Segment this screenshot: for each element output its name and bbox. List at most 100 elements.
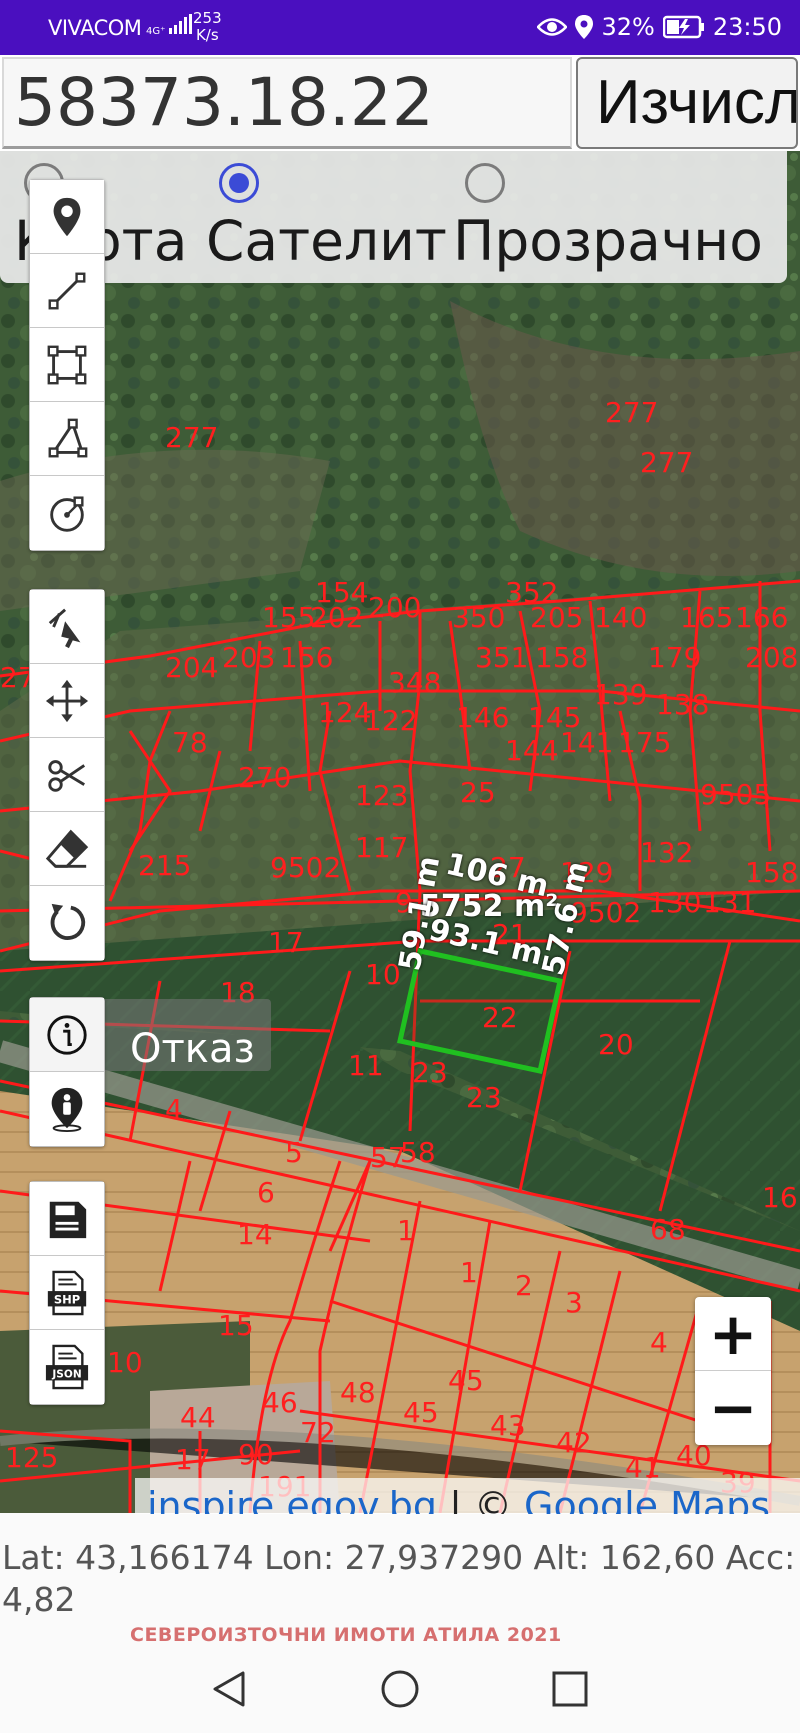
parcel-number-label: 202 [310, 601, 364, 634]
parcel-number-label: 5 [285, 1136, 303, 1169]
search-row: Изчисли [0, 55, 800, 151]
network-type: 4G⁺ [146, 26, 166, 37]
gps-readout: Lat: 43,166174 Lon: 27,937290 Alt: 162,6… [2, 1538, 796, 1619]
json-label: JSON [51, 1369, 81, 1381]
info-toolbar [29, 997, 105, 1147]
attribution-inspire-link[interactable]: inspire.egov.bg [147, 1484, 437, 1514]
carrier-label: VIVACOM [48, 16, 142, 40]
my-location-icon[interactable] [30, 1072, 104, 1146]
parcel-number-label: 14 [237, 1218, 273, 1251]
save-icon[interactable] [30, 1182, 104, 1256]
parcel-number-label: 146 [456, 701, 510, 734]
parcel-number-label: 131 [703, 886, 757, 919]
export-shp-icon[interactable]: SHP [30, 1256, 104, 1330]
radio-satellite-label[interactable]: Сателит [206, 209, 447, 273]
parcel-number-label: 158 [745, 856, 799, 889]
parcel-number-label: 45 [448, 1364, 484, 1397]
cut-select-icon[interactable] [30, 590, 104, 664]
parcel-number-label: 23 [466, 1081, 502, 1114]
system-nav-bar [0, 1643, 800, 1733]
attribution-separator: | © [436, 1484, 525, 1514]
parcel-number-label: 270 [238, 761, 292, 794]
eye-icon [537, 16, 568, 38]
file-toolbar: SHP JSON [29, 1181, 105, 1405]
battery-charging-icon [662, 15, 705, 39]
parcel-number-label: 1 [460, 1256, 478, 1289]
app-screen: VIVACOM 4G⁺ 253 K/s 32% 23:50 Изчисли [0, 0, 800, 1733]
parcel-number-label: 16 [762, 1181, 798, 1214]
parcel-number-label: 205 [530, 601, 584, 634]
parcel-number-label: 15 [218, 1309, 254, 1342]
parcel-number-label: 17 [175, 1443, 211, 1476]
map-view[interactable]: 277 277 277 277 352 154 200 155 202 350 205 140 165 1… [0, 151, 800, 1513]
draw-rectangle-icon[interactable] [30, 328, 104, 402]
parcel-number-label: 277 [605, 396, 659, 429]
export-json-icon[interactable]: JSON [30, 1330, 104, 1404]
parcel-id-input[interactable] [2, 57, 572, 149]
battery-percent: 32% [601, 13, 655, 41]
eraser-icon[interactable] [30, 812, 104, 886]
parcel-number-label: 4 [165, 1093, 183, 1126]
parcel-number-label: 155 [262, 601, 316, 634]
zoom-out-button[interactable]: − [695, 1371, 771, 1445]
draw-polyline-icon[interactable] [30, 254, 104, 328]
calculate-button[interactable]: Изчисли [576, 57, 798, 149]
parcel-number-label: 138 [656, 688, 710, 721]
parcel-number-label: 140 [594, 601, 648, 634]
attribution-google-link[interactable]: Google Maps [524, 1484, 770, 1514]
zoom-in-button[interactable]: + [695, 1297, 771, 1371]
draw-toolbar [29, 179, 105, 551]
parcel-number-label: 25 [460, 776, 496, 809]
parcel-number-label: 350 [452, 601, 506, 634]
draw-polygon-icon[interactable] [30, 402, 104, 476]
parcel-number-label: 17 [268, 926, 304, 959]
parcel-number-label: 156 [280, 641, 334, 674]
parcel-number-label: 72 [300, 1416, 336, 1449]
status-bar: VIVACOM 4G⁺ 253 K/s 32% 23:50 [0, 0, 800, 55]
clock: 23:50 [712, 13, 782, 41]
parcel-number-label: 122 [364, 704, 418, 737]
parcel-number-label: 4 [650, 1326, 668, 1359]
parcel-number-label: 45 [403, 1396, 439, 1429]
parcel-number-label: 9502 [270, 851, 342, 884]
parcel-number-label: 144 [505, 734, 559, 767]
parcel-number-label: 208 [745, 641, 799, 674]
parcel-number-label: 68 [650, 1213, 686, 1246]
recents-icon[interactable] [546, 1665, 594, 1713]
parcel-number-label: 58 [400, 1136, 436, 1169]
parcel-number-label: 139 [594, 678, 648, 711]
parcel-number-label: 132 [640, 836, 694, 869]
status-right: 32% 23:50 [537, 13, 782, 41]
parcel-number-label: 90 [238, 1438, 274, 1471]
location-pin-icon [575, 15, 594, 39]
back-icon[interactable] [205, 1665, 253, 1713]
parcel-number-label: 10 [107, 1346, 143, 1379]
parcel-number-label: 43 [490, 1409, 526, 1442]
parcel-number-label: 48 [340, 1376, 376, 1409]
parcel-number-label: 123 [355, 779, 409, 812]
parcel-number-label: 1 [397, 1214, 415, 1247]
signal-bars-icon: 4G⁺ [146, 14, 195, 37]
radio-transparent[interactable] [465, 163, 505, 203]
cancel-label[interactable]: Отказ [130, 1026, 255, 1072]
shp-label: SHP [54, 1292, 80, 1306]
parcel-number-label: 44 [180, 1401, 216, 1434]
network-speed: 253 K/s [193, 9, 222, 44]
scissors-icon[interactable] [30, 738, 104, 812]
parcel-number-label: 23 [412, 1056, 448, 1089]
layer-switcher: Карта Сателит Прозрачно [0, 151, 787, 283]
place-marker-icon[interactable] [30, 180, 104, 254]
parcel-number-label: 203 [222, 641, 276, 674]
parcel-number-label: 125 [5, 1441, 59, 1474]
info-icon[interactable] [30, 998, 104, 1072]
parcel-number-label: 215 [138, 849, 192, 882]
parcel-number-label: 179 [648, 641, 702, 674]
draw-circle-icon[interactable] [30, 476, 104, 550]
radio-transparent-label[interactable]: Прозрачно [453, 209, 763, 273]
radio-satellite[interactable] [219, 163, 259, 203]
rotate-icon[interactable] [30, 886, 104, 960]
move-icon[interactable] [30, 664, 104, 738]
home-icon[interactable] [376, 1665, 424, 1713]
parcel-number-label: 22 [482, 1001, 518, 1034]
parcel-number-label: 277 [640, 446, 694, 479]
